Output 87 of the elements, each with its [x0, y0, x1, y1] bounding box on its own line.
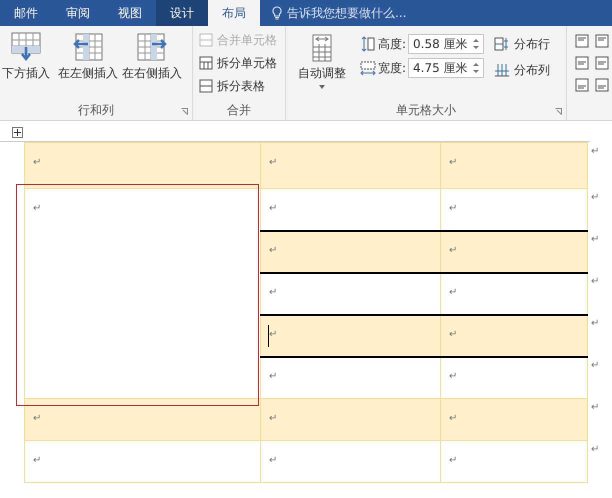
table-cell[interactable]: ↵ — [24, 440, 261, 483]
paragraph-mark: ↵ — [33, 413, 42, 425]
row-end-mark: ↵ — [591, 402, 600, 414]
ribbon-tab[interactable]: 邮件 — [0, 0, 52, 26]
table-cell[interactable]: ↵ — [24, 398, 261, 441]
group-label: 合并 — [227, 102, 251, 118]
distribute-columns-icon — [494, 63, 510, 77]
table-cell[interactable]: ↵ — [440, 440, 588, 483]
paragraph-mark: ↵ — [449, 455, 458, 467]
autofit-icon — [311, 34, 333, 62]
table-grid-icon — [199, 33, 213, 47]
paragraph-mark: ↵ — [449, 371, 458, 383]
ribbon-tab[interactable]: 设计 — [156, 0, 208, 26]
paragraph-mark: ↵ — [33, 157, 42, 169]
table-cell[interactable]: ↵ — [440, 272, 588, 315]
paragraph-mark: ↵ — [269, 371, 278, 383]
width-label: 宽度: — [378, 60, 406, 76]
paragraph-mark: ↵ — [269, 455, 278, 467]
paragraph-mark: ↵ — [269, 245, 278, 257]
paragraph-mark: ↵ — [269, 203, 278, 215]
distribute-rows-icon — [494, 37, 510, 51]
row-end-mark: ↵ — [591, 360, 600, 372]
paragraph-mark: ↵ — [449, 413, 458, 425]
insert-button[interactable]: 下方插入 — [0, 32, 52, 82]
spinner-arrows-icon[interactable] — [473, 38, 480, 50]
table-cell[interactable]: ↵ — [260, 142, 441, 189]
paragraph-mark: ↵ — [449, 245, 458, 257]
group-label: 行和列 — [78, 102, 114, 118]
split-cells-icon — [199, 56, 213, 70]
ribbon-tab[interactable]: 视图 — [104, 0, 156, 26]
column-width-icon — [360, 60, 376, 76]
dialog-launcher-icon[interactable] — [181, 108, 188, 115]
row-end-mark: ↵ — [591, 444, 600, 456]
paragraph-mark: ↵ — [33, 203, 42, 215]
distribute-rows-button[interactable]: 分布行 — [494, 34, 550, 54]
insert-below-icon — [10, 32, 42, 62]
height-label: 高度: — [378, 36, 406, 52]
lightbulb-icon — [272, 6, 282, 20]
row-end-mark: ↵ — [591, 276, 600, 288]
row-end-mark: ↵ — [591, 234, 600, 246]
align-text-icon[interactable] — [575, 56, 589, 70]
ribbon-tab[interactable]: 布局 — [208, 0, 260, 26]
paragraph-mark: ↵ — [33, 455, 42, 467]
paragraph-mark: ↵ — [269, 413, 278, 425]
table-cell[interactable]: ↵ — [440, 398, 588, 441]
insert-button[interactable]: 在左侧插入 — [56, 32, 120, 82]
distribute-columns-button[interactable]: 分布列 — [494, 60, 550, 80]
table-grid-icon — [199, 79, 213, 93]
table-cell[interactable]: ↵ — [260, 398, 441, 441]
paragraph-mark: ↵ — [449, 287, 458, 299]
insert-left-icon — [72, 32, 104, 62]
paragraph-mark: ↵ — [449, 329, 458, 341]
width-field[interactable]: 4.75 厘米 — [408, 58, 484, 78]
row-height-icon — [360, 36, 376, 52]
merge-button[interactable]: 拆分表格 — [199, 76, 265, 96]
align-text-icon[interactable] — [575, 34, 589, 48]
table-cell[interactable]: ↵ — [260, 314, 441, 357]
row-end-mark: ↵ — [591, 192, 600, 204]
dropdown-arrow-icon — [319, 85, 325, 89]
align-text-icon[interactable] — [575, 78, 589, 92]
height-field[interactable]: 0.58 厘米 — [408, 34, 484, 54]
autofit-button[interactable]: 自动调整 — [292, 32, 352, 89]
table-move-handle-icon[interactable] — [12, 127, 23, 138]
group-label: 单元格大小 — [396, 102, 456, 118]
table-cell[interactable]: ↵ — [24, 142, 261, 189]
row-end-mark: ↵ — [591, 318, 600, 330]
row-end-mark: ↵ — [591, 146, 600, 158]
insert-button[interactable]: 在右侧插入 — [120, 32, 184, 82]
spinner-arrows-icon[interactable] — [473, 62, 480, 74]
table-cell[interactable]: ↵ — [440, 142, 588, 189]
align-text-icon[interactable] — [595, 78, 609, 92]
table-cell[interactable]: ↵ — [260, 230, 441, 273]
align-text-icon[interactable] — [595, 56, 609, 70]
align-text-icon[interactable] — [595, 34, 609, 48]
merge-button[interactable]: 拆分单元格 — [199, 53, 277, 73]
table-cell[interactable]: ↵ — [440, 356, 588, 399]
paragraph-mark: ↵ — [269, 287, 278, 299]
table-cell[interactable]: ↵ — [440, 314, 588, 357]
tell-me-field[interactable]: 告诉我您想要做什么... — [287, 4, 406, 22]
paragraph-mark: ↵ — [269, 157, 278, 169]
table-cell[interactable]: ↵ — [440, 230, 588, 273]
insert-right-icon — [136, 32, 168, 62]
paragraph-mark: ↵ — [449, 157, 458, 169]
ribbon-tab[interactable]: 审阅 — [52, 0, 104, 26]
dialog-launcher-icon[interactable] — [555, 108, 562, 115]
paragraph-mark: ↵ — [449, 203, 458, 215]
paragraph-mark: ↵ — [269, 329, 278, 341]
